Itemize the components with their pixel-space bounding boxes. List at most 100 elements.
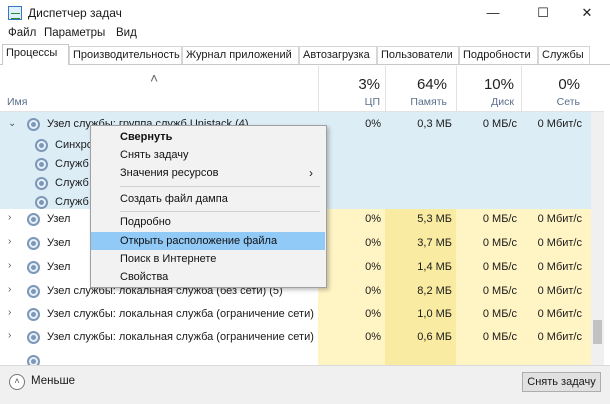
disk-value: 0 МБ/с xyxy=(482,213,517,225)
network-value: 0 Мбит/с xyxy=(537,261,582,273)
cpu-column-header[interactable]: ЦП xyxy=(330,96,380,108)
service-host-icon xyxy=(27,355,40,365)
memory-total-percent: 64% xyxy=(416,76,447,93)
expand-chevron-icon[interactable]: › xyxy=(8,236,11,247)
service-host-icon xyxy=(27,331,40,344)
ctx-collapse[interactable]: Свернуть xyxy=(91,128,325,146)
service-host-icon xyxy=(27,285,40,298)
service-host-icon xyxy=(27,237,40,250)
ctx-create-dump[interactable]: Создать файл дампа xyxy=(91,190,325,208)
scrollbar-thumb[interactable] xyxy=(593,320,602,344)
cpu-value: 0% xyxy=(365,308,381,320)
disk-value: 0 МБ/с xyxy=(482,261,517,273)
network-value: 0 Мбит/с xyxy=(537,285,582,297)
ctx-search-online[interactable]: Поиск в Интернете xyxy=(91,250,325,268)
process-name: Узел xyxy=(47,261,71,273)
minimize-button[interactable]: — xyxy=(470,0,516,26)
service-host-icon xyxy=(27,213,40,226)
menu-file[interactable]: Файл xyxy=(8,27,36,39)
disk-value: 0 МБ/с xyxy=(482,237,517,249)
memory-value: 0,6 МБ xyxy=(417,331,452,343)
process-name: Узел xyxy=(47,237,71,249)
expand-chevron-icon[interactable]: › xyxy=(8,330,11,341)
network-value: 0 Мбит/с xyxy=(537,237,582,249)
tab-details[interactable]: Подробности xyxy=(459,46,538,64)
disk-column-header[interactable]: Диск xyxy=(460,96,514,108)
column-divider xyxy=(318,66,319,112)
network-column-header[interactable]: Сеть xyxy=(527,96,580,108)
column-name-header[interactable]: Имя xyxy=(7,96,27,108)
partial-row-icon xyxy=(27,355,40,365)
window-edge xyxy=(604,66,610,365)
cpu-value: 0% xyxy=(365,261,381,273)
memory-column-header[interactable]: Память xyxy=(395,96,447,108)
column-divider xyxy=(385,66,386,112)
memory-value: 3,7 МБ xyxy=(417,237,452,249)
ctx-properties[interactable]: Свойства xyxy=(91,268,325,286)
service-icon xyxy=(35,177,48,190)
process-name: Узел xyxy=(47,213,71,225)
tab-processes[interactable]: Процессы xyxy=(2,44,69,65)
disk-value: 0 МБ/с xyxy=(482,308,517,320)
tab-services[interactable]: Службы xyxy=(538,46,590,64)
sort-arrow-icon: ˄ xyxy=(150,70,159,86)
tab-app-history[interactable]: Журнал приложений xyxy=(182,46,299,64)
fewer-details-icon[interactable]: ˄ xyxy=(9,374,25,390)
expand-chevron-icon[interactable]: › xyxy=(8,212,11,223)
memory-value: 0,3 МБ xyxy=(417,118,452,130)
memory-value: 5,3 МБ xyxy=(417,213,452,225)
end-task-button[interactable]: Снять задачу xyxy=(522,372,601,392)
disk-total-percent: 10% xyxy=(483,76,514,93)
service-host-icon xyxy=(27,118,40,131)
disk-value: 0 МБ/с xyxy=(482,285,517,297)
service-host-icon xyxy=(27,308,40,321)
ctx-details[interactable]: Подробно xyxy=(91,213,325,231)
ctx-open-file-location[interactable]: Открыть расположение файла xyxy=(91,232,325,250)
task-manager-icon xyxy=(8,6,22,20)
footer-bar xyxy=(0,365,610,404)
network-value: 0 Мбит/с xyxy=(537,213,582,225)
network-value: 0 Мбит/с xyxy=(537,118,582,130)
column-divider xyxy=(456,66,457,112)
cpu-value: 0% xyxy=(365,118,381,130)
service-icon xyxy=(35,139,48,152)
service-icon xyxy=(35,158,48,171)
process-name: Узел службы: локальная служба (ограничен… xyxy=(47,308,314,320)
cpu-value: 0% xyxy=(365,213,381,225)
expand-chevron-icon[interactable]: › xyxy=(8,284,11,295)
cpu-value: 0% xyxy=(365,237,381,249)
maximize-button[interactable]: ☐ xyxy=(520,0,566,26)
submenu-arrow-icon: › xyxy=(309,166,313,180)
service-host-icon xyxy=(27,261,40,274)
column-divider xyxy=(521,66,522,112)
network-total-percent: 0% xyxy=(558,76,580,93)
disk-value: 0 МБ/с xyxy=(482,118,517,130)
cpu-value: 0% xyxy=(365,331,381,343)
fewer-details-link[interactable]: Меньше xyxy=(31,375,75,387)
ctx-end-task[interactable]: Снять задачу xyxy=(91,146,325,164)
ctx-resource-values[interactable]: Значения ресурсов xyxy=(91,164,325,182)
ctx-separator xyxy=(120,211,320,212)
network-value: 0 Мбит/с xyxy=(537,308,582,320)
cpu-total-percent: 3% xyxy=(358,76,380,93)
collapse-chevron-icon[interactable]: ⌄ xyxy=(8,118,16,129)
tab-performance[interactable]: Производительность xyxy=(69,46,182,64)
process-name: Узел службы: локальная служба (ограничен… xyxy=(47,331,314,343)
ctx-separator xyxy=(120,186,320,187)
menu-options[interactable]: Параметры xyxy=(44,27,105,39)
memory-value: 1,0 МБ xyxy=(417,308,452,320)
expand-chevron-icon[interactable]: › xyxy=(8,307,11,318)
memory-value: 1,4 МБ xyxy=(417,261,452,273)
close-button[interactable]: ✕ xyxy=(564,0,610,26)
network-value: 0 Мбит/с xyxy=(537,331,582,343)
memory-value: 8,2 МБ xyxy=(417,285,452,297)
menu-view[interactable]: Вид xyxy=(116,27,137,39)
cpu-value: 0% xyxy=(365,285,381,297)
disk-value: 0 МБ/с xyxy=(482,331,517,343)
tab-startup[interactable]: Автозагрузка xyxy=(299,46,377,64)
process-row[interactable]: › Узел службы: локальная служба (огранич… xyxy=(0,303,590,326)
process-row[interactable]: › Узел службы: локальная служба (огранич… xyxy=(0,326,590,349)
expand-chevron-icon[interactable]: › xyxy=(8,260,11,271)
window-title: Диспетчер задач xyxy=(28,6,122,20)
tab-users[interactable]: Пользователи xyxy=(377,46,459,64)
